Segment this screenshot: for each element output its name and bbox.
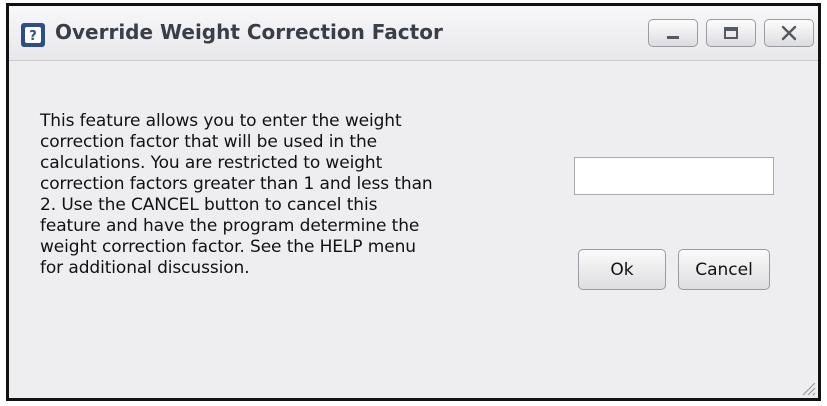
message-line: calculations. You are restricted to weig… bbox=[40, 153, 383, 173]
minimize-icon bbox=[667, 36, 679, 39]
svg-text:?: ? bbox=[29, 29, 37, 44]
window-title: Override Weight Correction Factor bbox=[55, 20, 443, 44]
message-line: correction factors greater than 1 and le… bbox=[40, 174, 433, 194]
message-line: feature and have the program determine t… bbox=[40, 216, 420, 236]
close-button[interactable] bbox=[764, 19, 814, 47]
dialog-message: This feature allows you to enter the wei… bbox=[40, 111, 510, 279]
message-line: 2. Use the CANCEL button to cancel this bbox=[40, 195, 378, 215]
maximize-icon bbox=[724, 27, 738, 39]
maximize-button[interactable] bbox=[706, 19, 756, 47]
ok-button[interactable]: Ok bbox=[578, 249, 666, 290]
correction-factor-input[interactable] bbox=[574, 157, 774, 195]
message-line: correction factor that will be used in t… bbox=[40, 132, 377, 152]
help-book-icon: ? bbox=[21, 23, 45, 47]
minimize-button[interactable] bbox=[648, 19, 698, 47]
dialog-window: ? Override Weight Correction Factor This… bbox=[6, 3, 821, 401]
title-bar[interactable]: ? Override Weight Correction Factor bbox=[9, 6, 818, 61]
resize-grip-icon[interactable] bbox=[798, 378, 816, 396]
message-line: weight correction factor. See the HELP m… bbox=[40, 237, 416, 257]
cancel-button[interactable]: Cancel bbox=[678, 249, 770, 290]
message-line: for additional discussion. bbox=[40, 258, 250, 278]
message-line: This feature allows you to enter the wei… bbox=[40, 111, 402, 131]
close-icon bbox=[781, 25, 797, 41]
